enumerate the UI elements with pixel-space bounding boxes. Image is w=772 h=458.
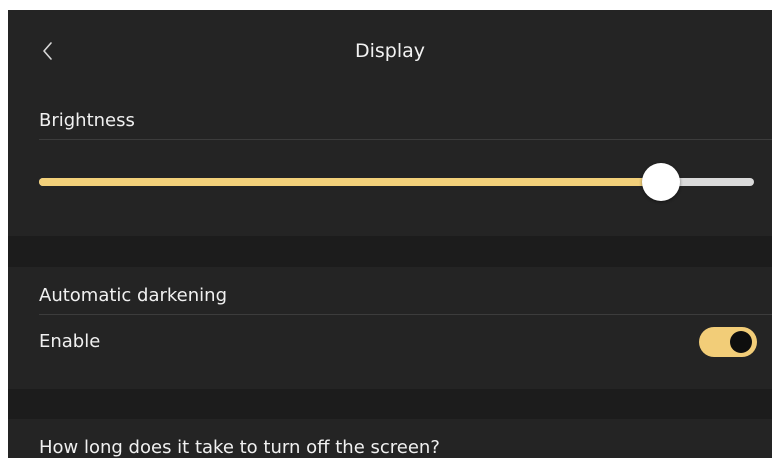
screen-off-section: How long does it take to turn off the sc… — [8, 419, 772, 458]
slider-thumb[interactable] — [642, 163, 681, 201]
display-settings-screen: Display Brightness Automatic darkening E… — [8, 10, 772, 458]
page-title: Display — [354, 40, 426, 62]
enable-label: Enable — [39, 331, 101, 352]
automatic-darkening-divider — [39, 314, 772, 315]
brightness-slider[interactable] — [39, 163, 754, 201]
brightness-label: Brightness — [39, 110, 135, 131]
top-bar: Display — [8, 10, 772, 92]
automatic-darkening-label: Automatic darkening — [39, 285, 227, 306]
slider-fill — [39, 178, 662, 186]
brightness-section: Brightness — [8, 92, 772, 236]
enable-toggle[interactable] — [699, 327, 757, 357]
automatic-darkening-section: Automatic darkening Enable — [8, 267, 772, 389]
toggle-knob — [730, 331, 752, 353]
screen-off-label: How long does it take to turn off the sc… — [39, 437, 440, 458]
brightness-divider — [39, 139, 772, 140]
